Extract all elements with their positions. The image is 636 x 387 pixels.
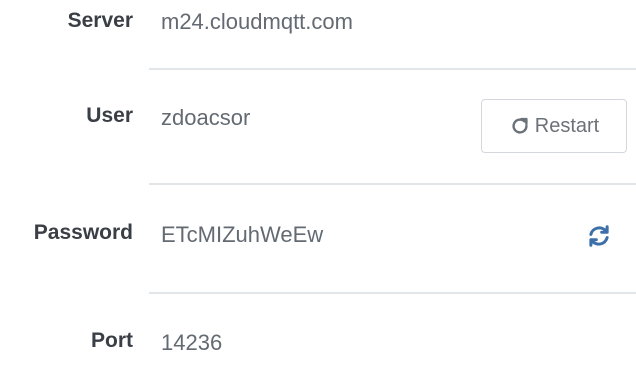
restart-label: Restart [534, 114, 600, 137]
divider [149, 292, 636, 294]
port-label: Port [91, 329, 133, 352]
password-label: Password [33, 221, 133, 244]
divider [149, 68, 636, 70]
instance-details: Server m24.cloudmqtt.com User zdoacsor R… [0, 0, 636, 387]
user-label: User [86, 104, 133, 127]
server-value: m24.cloudmqtt.com [161, 9, 353, 34]
port-value: 14236 [161, 330, 223, 355]
password-value: ETcMIZuhWeEw [161, 222, 324, 247]
refresh-password-button[interactable] [584, 223, 614, 253]
restart-icon [509, 115, 531, 137]
restart-button[interactable]: Restart [481, 99, 627, 153]
refresh-icon [586, 223, 612, 254]
divider [149, 183, 636, 185]
server-label: Server [67, 9, 133, 32]
user-value: zdoacsor [161, 105, 251, 130]
